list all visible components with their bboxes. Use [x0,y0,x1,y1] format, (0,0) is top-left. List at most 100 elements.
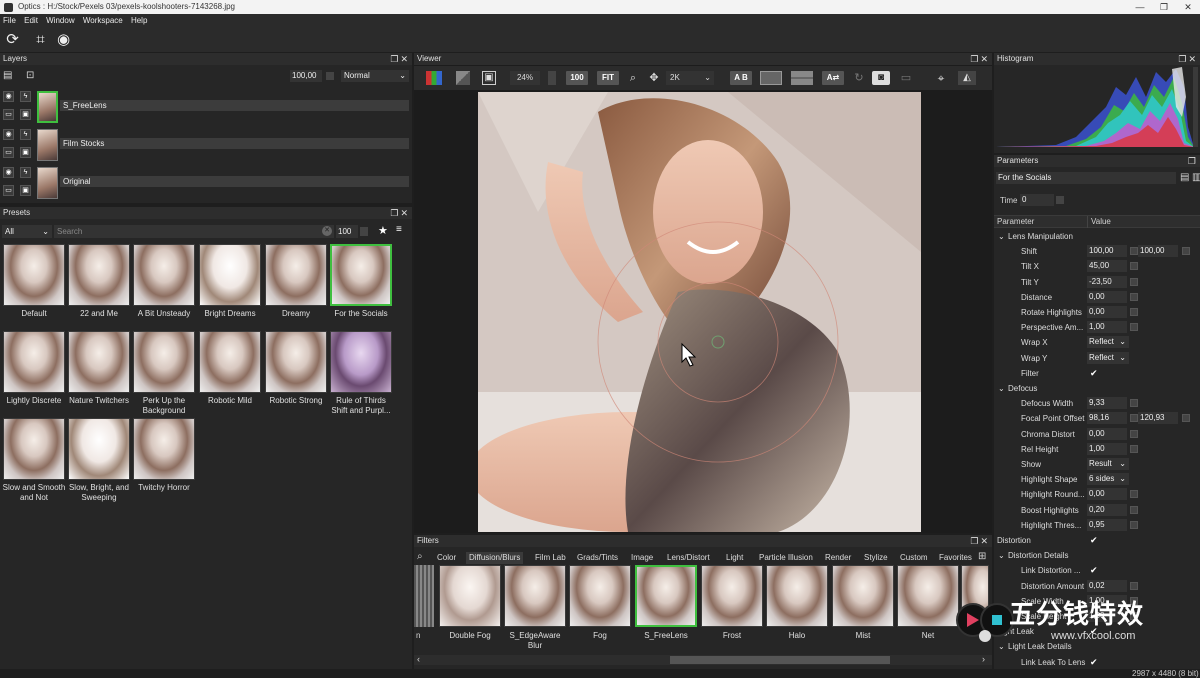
checkbox[interactable]: ✔ [1090,655,1098,670]
parameter-row[interactable]: Tilt X 45,00 [994,259,1200,274]
bolt-icon[interactable]: ϟ [20,91,31,102]
filter-item[interactable]: Fog [568,565,632,641]
chevron-down-icon[interactable]: ⌄ [998,381,1005,396]
opacity-field[interactable]: 100,00 [290,70,322,82]
parameter-value-field[interactable]: 0,00 [1087,427,1127,440]
time-slider-icon[interactable] [1056,196,1064,204]
parameter-row[interactable]: Perspective Am... 1,00 [994,320,1200,335]
layer-thumbnail[interactable] [37,91,58,123]
preset-item-selected[interactable]: For the Socials [329,244,393,319]
value-slider-icon[interactable] [1130,399,1138,408]
preset-item[interactable]: Default [2,244,66,319]
value-slider-icon[interactable] [1130,505,1138,514]
parameter-row[interactable]: Highlight Round... 0,00 [994,487,1200,502]
refresh-icon[interactable]: ⟳ [4,31,21,48]
filter-item[interactable]: Double Fog [438,565,502,641]
parameter-value-field[interactable]: 1,00 [1087,321,1127,334]
monitor-icon[interactable]: ▭ [3,185,14,196]
preset-item[interactable]: Robotic Mild [198,331,262,406]
parameter-row[interactable]: Link Leak To Lens ✔ [994,655,1200,670]
histogram-scrollbar[interactable] [1193,67,1198,147]
parameter-value-field[interactable]: 100,00 [1087,245,1127,258]
menu-edit[interactable]: Edit [24,16,38,25]
preset-item[interactable]: Rule of Thirds Shift and Purpl... [329,331,393,416]
parameter-value-field[interactable]: 100,00 [1138,245,1178,258]
parameter-row[interactable]: Wrap X Reflect ⌄ [994,335,1200,350]
parameter-row[interactable]: Focal Point Offset 98,16 120,93 [994,411,1200,426]
parameter-group[interactable]: ⌄ Distortion Details [994,548,1200,563]
panel-controls-icon[interactable]: ❐✕ [390,207,410,219]
parameter-row[interactable]: Boost Highlights 0,20 [994,503,1200,518]
chevron-down-icon[interactable]: ⌄ [998,548,1005,563]
preset-item[interactable]: Dreamy [264,244,328,319]
layer-name[interactable]: Film Stocks [60,138,409,149]
panel-controls-icon[interactable]: ❐✕ [970,53,990,65]
parameter-value-field[interactable]: 9,33 [1087,397,1127,410]
parameter-value-field[interactable]: 0,20 [1087,503,1127,516]
parameter-row[interactable]: Rel Height 1,00 [994,442,1200,457]
filter-item[interactable]: Frost [700,565,764,641]
layer-row[interactable]: ◉ ϟ ▭ ▣ S_FreeLens [0,89,412,125]
rotate-icon[interactable]: ↻ [852,71,866,85]
filter-item[interactable]: S_EdgeAware Blur [503,565,567,651]
export-icon[interactable]: ▥ [1192,172,1200,183]
target-icon[interactable]: ◉ [55,31,72,48]
monitor-icon[interactable]: ▭ [3,109,14,120]
bolt-icon[interactable]: ϟ [20,129,31,140]
parameter-select[interactable]: Reflect ⌄ [1087,336,1129,349]
parameter-row[interactable]: Shift 100,00 100,00 [994,244,1200,259]
split-horizontal-icon[interactable] [791,71,813,85]
blend-mode-select[interactable]: Normal ⌄ [341,70,409,82]
tab-light[interactable]: Light [723,552,746,564]
filter-item[interactable]: Mist [831,565,895,641]
value-slider-icon[interactable] [1130,429,1138,438]
parameter-value-field[interactable]: 1,00 [1087,442,1127,455]
parameter-value-field[interactable]: 0,00 [1087,488,1127,501]
filter-thumbnail-partial[interactable] [414,565,434,627]
preset-filter-select[interactable]: All ⌄ [2,225,52,238]
crosshair-icon[interactable]: ⌖ [932,71,950,85]
eye-icon[interactable]: ◉ [3,91,14,102]
preset-item[interactable]: Slow and Smooth and Not [2,418,66,503]
split-vertical-icon[interactable] [760,71,782,85]
parameter-select[interactable]: Reflect ⌄ [1087,351,1129,364]
panel-controls-icon[interactable]: ❐ [1188,155,1198,167]
move-icon[interactable]: ✥ [647,71,661,85]
fit-frame-icon[interactable]: ▣ [482,71,496,85]
viewer-image[interactable] [478,92,921,532]
checker-icon[interactable] [456,71,470,85]
parameter-row[interactable]: Distortion ✔ [994,533,1200,548]
parameter-row[interactable]: Distance 0,00 [994,290,1200,305]
size-slider-icon[interactable] [360,227,368,236]
tab-image[interactable]: Image [628,552,656,564]
preset-item[interactable]: 22 and Me [67,244,131,319]
layer-name[interactable]: S_FreeLens [60,100,409,111]
eye-icon[interactable]: ◉ [3,167,14,178]
minimize-button[interactable]: — [1128,0,1152,14]
preset-item[interactable]: Twitchy Horror [132,418,196,493]
parameter-row[interactable]: Rotate Highlights 0,00 [994,305,1200,320]
value-slider-icon[interactable] [1130,444,1138,453]
mask-icon[interactable]: ▣ [20,185,31,196]
channels-icon[interactable] [426,71,442,85]
menu-icon[interactable]: ≡ [396,224,402,235]
parameter-value-field[interactable]: 0,95 [1087,518,1127,531]
tab-render[interactable]: Render [822,552,854,564]
parameter-value-field[interactable]: 0,00 [1087,306,1127,318]
tab-diffusion-blurs[interactable]: Diffusion/Blurs [466,552,524,564]
clear-search-icon[interactable]: ✕ [322,226,332,236]
value-slider-icon[interactable] [1130,581,1138,590]
menu-workspace[interactable]: Workspace [83,16,123,25]
parameter-row[interactable]: Tilt Y -23,50 [994,275,1200,290]
parameter-value-field[interactable]: 98,16 [1087,412,1127,425]
ab-compare-button[interactable]: A B [730,71,752,85]
layer-thumbnail[interactable] [37,129,58,161]
parameter-row[interactable]: Filter ✔ [994,366,1200,381]
tab-lens-distort[interactable]: Lens/Distort [664,552,713,564]
tab-film-lab[interactable]: Film Lab [532,552,569,564]
layer-name[interactable]: Original [60,176,409,187]
preset-name-field[interactable]: For the Socials [996,172,1176,184]
grid-view-icon[interactable]: ⊞ [978,551,986,562]
layer-options-icon[interactable]: ⊡ [26,70,34,81]
filter-item-selected[interactable]: S_FreeLens [634,565,698,641]
